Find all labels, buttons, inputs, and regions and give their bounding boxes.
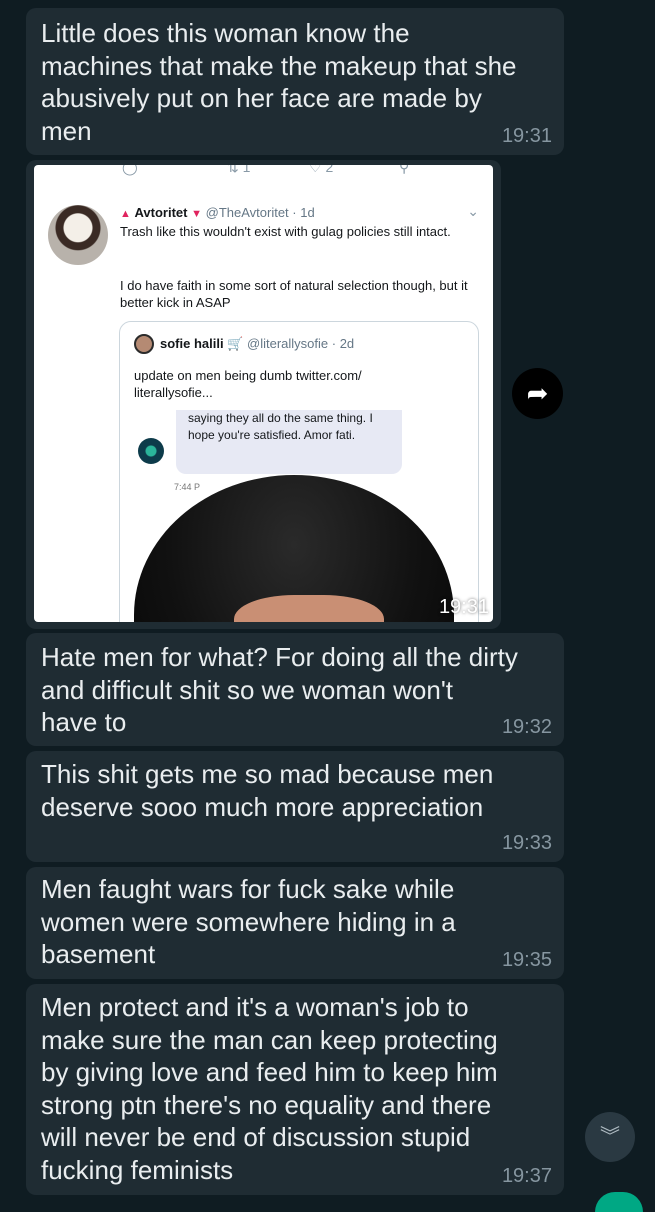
tweet-screenshot[interactable]: ◯ ⇅ 1 ♡ 2 ⚲ ▲ Avtoritet ▼ @TheAvtoritet … — [34, 165, 493, 622]
floating-action-button[interactable] — [595, 1192, 643, 1212]
message-text: Hate men for what? For doing all the dir… — [41, 642, 518, 737]
quoted-author-name: sofie halili — [160, 336, 224, 351]
dm-bubble: saying they all do the same thing. I hop… — [176, 410, 402, 474]
tweet-age: · 1d — [292, 205, 315, 220]
message-time: 19:32 — [501, 716, 552, 738]
retweet-count: 1 — [242, 165, 251, 175]
tweet-author-handle: @TheAvtoritet — [205, 205, 289, 220]
share-forward-icon[interactable]: ➦ — [512, 368, 563, 419]
tweet-action-bar: ◯ ⇅ 1 ♡ 2 ⚲ — [34, 165, 493, 175]
message-time: 19:33 — [501, 832, 552, 854]
message-bubble[interactable]: Little does this woman know the machines… — [26, 8, 564, 155]
image-message[interactable]: ◯ ⇅ 1 ♡ 2 ⚲ ▲ Avtoritet ▼ @TheAvtoritet … — [26, 160, 501, 629]
message-text: Men faught wars for fuck sake while wome… — [41, 874, 456, 969]
dm-avatar — [138, 438, 164, 464]
message-text: This shit gets me so mad because men des… — [41, 759, 494, 822]
cart-icon: 🛒 — [227, 336, 244, 351]
message-bubble[interactable]: Men faught wars for fuck sake while wome… — [26, 867, 564, 979]
message-time: 19:31 — [501, 125, 552, 147]
tweet-text: I do have faith in some sort of natural … — [120, 278, 468, 310]
share-icon: ⚲ — [399, 165, 410, 175]
message-bubble[interactable]: Men protect and it's a woman's job to ma… — [26, 984, 564, 1195]
like-icon: ♡ 2 — [309, 165, 333, 176]
message-time: 19:35 — [501, 949, 552, 971]
tweet-header: ▲ Avtoritet ▼ @TheAvtoritet · 1d — [120, 205, 315, 220]
quoted-age: · 2d — [331, 336, 355, 351]
reply-icon: ◯ — [122, 165, 138, 175]
red-down-triangle-icon: ▼ — [191, 208, 202, 220]
quoted-header: sofie halili 🛒 @literallysofie · 2d — [160, 336, 354, 352]
quoted-author-handle: @literallysofie — [247, 336, 329, 351]
quoted-avatar — [134, 334, 154, 354]
like-count: 2 — [325, 165, 334, 175]
message-bubble[interactable]: This shit gets me so mad because men des… — [26, 751, 564, 862]
double-chevron-down-icon[interactable]: ︾ — [585, 1112, 635, 1162]
message-text: Little does this woman know the machines… — [41, 18, 517, 146]
message-text: Men protect and it's a woman's job to ma… — [41, 992, 498, 1185]
dm-text: saying they all do the same thing. I hop… — [188, 411, 373, 442]
tweet-text: Trash like this wouldn't exist with gula… — [120, 224, 451, 239]
image-message-time: 19:31 — [438, 596, 489, 618]
tweet-author-name: Avtoritet — [134, 205, 188, 220]
dm-time: 7:44 P — [174, 482, 201, 492]
red-triangle-icon: ▲ — [120, 208, 131, 220]
tweet-avatar — [48, 205, 108, 265]
retweet-icon: ⇅ 1 — [227, 165, 250, 176]
message-time: 19:37 — [501, 1165, 552, 1187]
chevron-down-icon: ⌄ — [467, 203, 479, 219]
quoted-text: update on men being dumb twitter.com/ li… — [134, 368, 362, 400]
message-bubble[interactable]: Hate men for what? For doing all the dir… — [26, 633, 564, 746]
